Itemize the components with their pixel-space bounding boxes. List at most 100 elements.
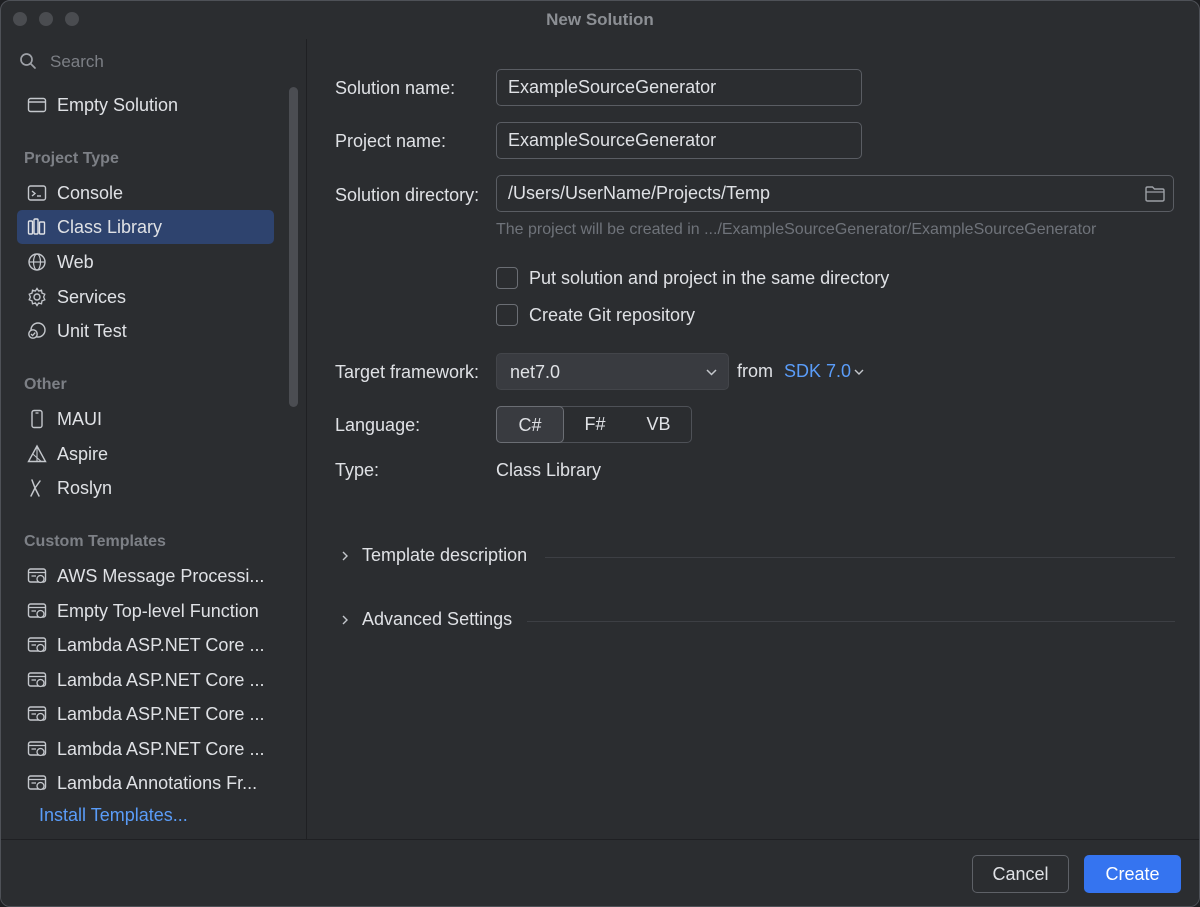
sidebar-item-label: AWS Message Processi... <box>57 566 265 586</box>
sidebar-item-class-library[interactable]: Class Library <box>17 210 274 244</box>
target-framework-select[interactable]: net7.0 <box>496 353 729 390</box>
language-vb-button[interactable]: VB <box>626 406 691 443</box>
template-icon <box>27 706 47 722</box>
sidebar-item-label: Class Library <box>57 217 163 237</box>
roslyn-icon <box>30 479 41 497</box>
sidebar-scrollbar[interactable] <box>289 87 298 407</box>
phone-icon <box>31 409 43 429</box>
type-value: Class Library <box>496 460 602 480</box>
sidebar-item-custom-template[interactable]: Lambda Annotations Fr... <box>17 766 274 800</box>
chevron-down-icon[interactable] <box>853 366 865 378</box>
template-sidebar: Search Empty Solution Project Type Conso… <box>1 39 307 839</box>
type-label: Type: <box>335 460 380 480</box>
sidebar-item-label: Lambda Annotations Fr... <box>57 773 258 793</box>
console-icon <box>27 185 47 201</box>
template-icon <box>27 568 47 584</box>
sidebar-item-label: Lambda ASP.NET Core ... <box>57 670 265 690</box>
language-segmented-control: C# F# VB <box>496 406 692 443</box>
gear-icon <box>28 287 46 307</box>
git-repository-checkbox[interactable]: Create Git repository <box>496 304 996 328</box>
sidebar-item-custom-template[interactable]: Lambda ASP.NET Core ... <box>17 663 274 697</box>
other-header: Other <box>24 376 67 393</box>
sidebar-item-maui[interactable]: MAUI <box>17 402 274 436</box>
sidebar-item-custom-template[interactable]: Lambda ASP.NET Core ... <box>17 732 274 766</box>
install-templates-link[interactable]: Install Templates... <box>39 805 188 826</box>
checkbox[interactable] <box>496 267 518 289</box>
sidebar-item-unit-test[interactable]: Unit Test <box>17 314 274 348</box>
chevron-right-icon <box>342 551 348 561</box>
aspire-icon <box>27 444 47 463</box>
sidebar-item-label: Lambda ASP.NET Core ... <box>57 704 265 724</box>
checkbox-label: Put solution and project in the same dir… <box>529 268 890 288</box>
sidebar-item-label: Aspire <box>57 444 109 464</box>
empty-solution-icon <box>27 97 47 113</box>
sidebar-item-label: Lambda ASP.NET Core ... <box>57 635 265 655</box>
sidebar-item-label: Unit Test <box>57 321 127 341</box>
sidebar-item-label: Empty Top-level Function <box>57 601 259 621</box>
target-framework-value: net7.0 <box>510 362 561 382</box>
template-description-label: Template description <box>362 545 528 565</box>
window-title: New Solution <box>546 10 654 29</box>
title-bar: New Solution <box>1 1 1199 39</box>
sidebar-item-label: Web <box>57 252 94 272</box>
sidebar-item-label: Console <box>57 183 124 203</box>
chevron-right-icon <box>342 615 348 625</box>
sidebar-item-custom-template[interactable]: Lambda ASP.NET Core ... <box>17 628 274 662</box>
custom-templates-header: Custom Templates <box>24 533 166 550</box>
checkbox-label: Create Git repository <box>529 305 696 325</box>
sidebar-item-label: Roslyn <box>57 478 113 498</box>
sdk-selector[interactable]: SDK 7.0 <box>784 361 851 382</box>
template-icon <box>27 775 47 791</box>
sidebar-item-label: Services <box>57 287 127 307</box>
location-hint: The project will be created in .../Examp… <box>496 221 1097 238</box>
language-csharp-button[interactable]: C# <box>496 406 564 443</box>
chevron-down-icon <box>706 369 717 376</box>
class-library-icon <box>27 218 46 235</box>
sidebar-item-empty-solution[interactable]: Empty Solution <box>17 88 274 122</box>
template-icon <box>27 741 47 757</box>
unit-test-icon <box>28 322 46 339</box>
sidebar-item-label: Lambda ASP.NET Core ... <box>57 739 265 759</box>
sidebar-item-custom-template[interactable]: AWS Message Processi... <box>17 559 274 593</box>
dialog-footer: Cancel Create <box>1 839 1199 906</box>
sidebar-item-label: Empty Solution <box>57 95 179 115</box>
sidebar-item-aspire[interactable]: Aspire <box>17 437 274 471</box>
solution-name-input[interactable] <box>496 69 862 106</box>
solution-directory-input[interactable] <box>496 175 1174 212</box>
search-placeholder: Search <box>50 52 104 71</box>
project-type-header: Project Type <box>24 150 119 167</box>
language-label: Language: <box>335 415 421 435</box>
template-icon <box>27 603 47 619</box>
target-framework-label: Target framework: <box>335 362 480 382</box>
new-solution-dialog: New Solution Search Empty Solution Proje… <box>0 0 1200 907</box>
project-name-label: Project name: <box>335 131 447 151</box>
from-label: from <box>737 361 773 381</box>
language-fsharp-button[interactable]: F# <box>564 406 626 443</box>
checkbox[interactable] <box>496 304 518 326</box>
globe-icon <box>28 253 46 271</box>
sidebar-item-console[interactable]: Console <box>17 176 274 210</box>
sidebar-item-web[interactable]: Web <box>17 245 274 279</box>
search-field[interactable]: Search <box>19 49 279 75</box>
same-directory-checkbox[interactable]: Put solution and project in the same dir… <box>496 267 996 291</box>
sidebar-item-custom-template[interactable]: Empty Top-level Function <box>17 594 274 628</box>
sidebar-item-label: MAUI <box>57 409 102 429</box>
sidebar-item-roslyn[interactable]: Roslyn <box>17 471 274 505</box>
divider <box>545 557 1175 558</box>
cancel-button[interactable]: Cancel <box>972 855 1069 893</box>
search-icon <box>20 53 36 69</box>
divider <box>527 621 1175 622</box>
template-icon <box>27 672 47 688</box>
create-button[interactable]: Create <box>1084 855 1181 893</box>
advanced-settings-label: Advanced Settings <box>362 609 513 629</box>
advanced-settings-toggle[interactable]: Advanced Settings <box>335 609 1175 633</box>
template-icon <box>27 637 47 653</box>
solution-form: Solution name: Project name: Solution di… <box>308 39 1199 839</box>
folder-icon[interactable] <box>1144 183 1166 205</box>
sidebar-item-custom-template[interactable]: Lambda ASP.NET Core ... <box>17 697 274 731</box>
solution-name-label: Solution name: <box>335 78 456 98</box>
solution-directory-label: Solution directory: <box>335 185 480 205</box>
project-name-input[interactable] <box>496 122 862 159</box>
sidebar-item-services[interactable]: Services <box>17 280 274 314</box>
template-description-toggle[interactable]: Template description <box>335 545 1175 569</box>
